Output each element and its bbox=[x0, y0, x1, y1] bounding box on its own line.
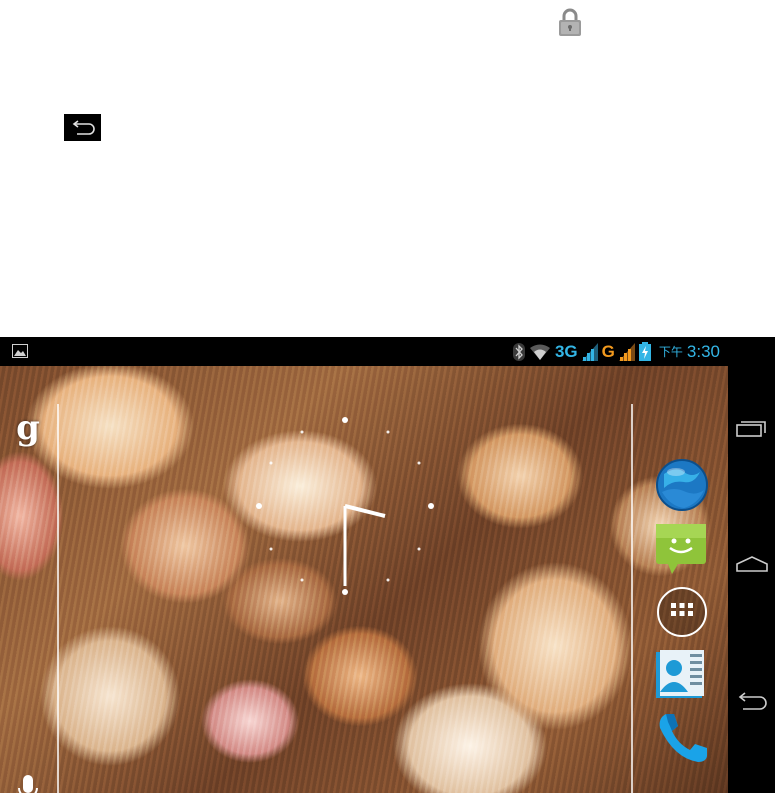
wifi-icon bbox=[529, 344, 550, 360]
home-icon bbox=[735, 556, 768, 572]
contacts-icon[interactable] bbox=[654, 648, 710, 704]
app-drawer-icon[interactable] bbox=[654, 584, 710, 640]
battery-charging-icon bbox=[638, 342, 651, 361]
status-icons: 3G G 下午 3:30 bbox=[512, 337, 720, 366]
wallpaper: g bbox=[0, 366, 728, 793]
back-button-nav[interactable] bbox=[728, 672, 775, 732]
screen-divider-left bbox=[57, 404, 59, 793]
network-g-label: G bbox=[601, 342, 615, 361]
back-icon bbox=[738, 692, 767, 710]
navigation-bar bbox=[728, 337, 775, 793]
device-screen: 3G G 下午 3:30 g bbox=[0, 337, 775, 793]
status-bar[interactable]: 3G G 下午 3:30 bbox=[0, 337, 728, 366]
recent-apps-icon bbox=[735, 421, 766, 437]
recent-apps-button[interactable] bbox=[728, 399, 775, 459]
home-button[interactable] bbox=[728, 535, 775, 595]
clock-time: 3:30 bbox=[686, 341, 720, 361]
bluetooth-icon bbox=[512, 342, 525, 361]
analog-clock-icon[interactable] bbox=[255, 416, 435, 596]
signal-icon-2 bbox=[618, 342, 635, 361]
screen-divider-right bbox=[631, 404, 633, 793]
signal-icon bbox=[581, 342, 598, 361]
back-button[interactable] bbox=[64, 114, 101, 141]
microphone-icon[interactable] bbox=[16, 774, 40, 793]
messaging-icon[interactable] bbox=[654, 522, 710, 578]
network-3g-label: 3G bbox=[554, 342, 578, 361]
back-icon bbox=[72, 119, 95, 135]
lock-icon[interactable] bbox=[556, 7, 584, 37]
dock bbox=[654, 458, 712, 778]
root: 3G G 下午 3:30 g bbox=[0, 0, 775, 793]
ampm-label: 下午 bbox=[658, 345, 683, 359]
browser-icon[interactable] bbox=[654, 458, 710, 514]
phone-icon[interactable] bbox=[654, 710, 710, 766]
google-search-icon[interactable]: g bbox=[13, 408, 43, 448]
gallery-icon bbox=[12, 344, 28, 358]
